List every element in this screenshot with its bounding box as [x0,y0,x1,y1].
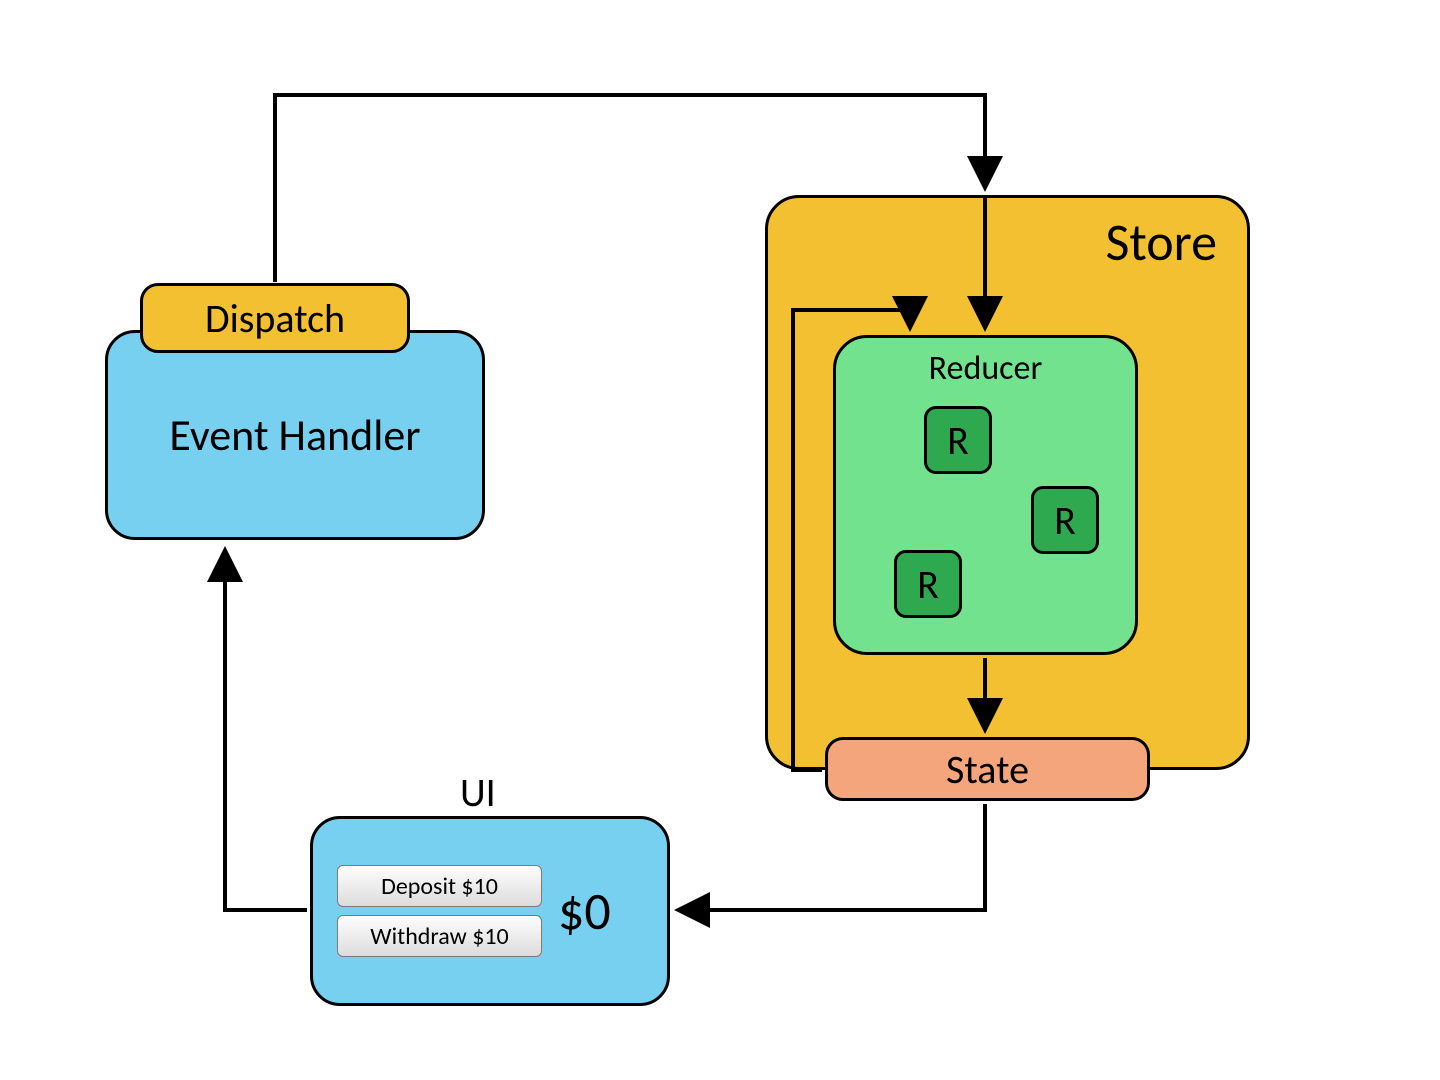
event-handler-label: Event Handler [169,408,420,462]
ui-box: Deposit $10 Withdraw $10 $0 [310,816,670,1006]
store-label: Store [1105,210,1217,274]
balance-value: $0 [558,879,611,943]
reducer-chip: R [1031,486,1099,554]
state-box: State [825,737,1150,801]
ui-button-stack: Deposit $10 Withdraw $10 [337,865,542,957]
deposit-button[interactable]: Deposit $10 [337,865,542,907]
dispatch-box: Dispatch [140,283,410,353]
reducer-box: Reducer R R R [833,335,1138,655]
diagram-stage: Store Reducer R R R State Event Handler … [0,0,1440,1080]
ui-title: UI [460,768,496,817]
reducer-label: Reducer [929,348,1043,389]
dispatch-label: Dispatch [205,294,345,343]
event-handler-box: Event Handler [105,330,485,540]
reducer-chip: R [924,406,992,474]
state-label: State [946,745,1029,794]
withdraw-button[interactable]: Withdraw $10 [337,915,542,957]
reducer-chip: R [894,550,962,618]
